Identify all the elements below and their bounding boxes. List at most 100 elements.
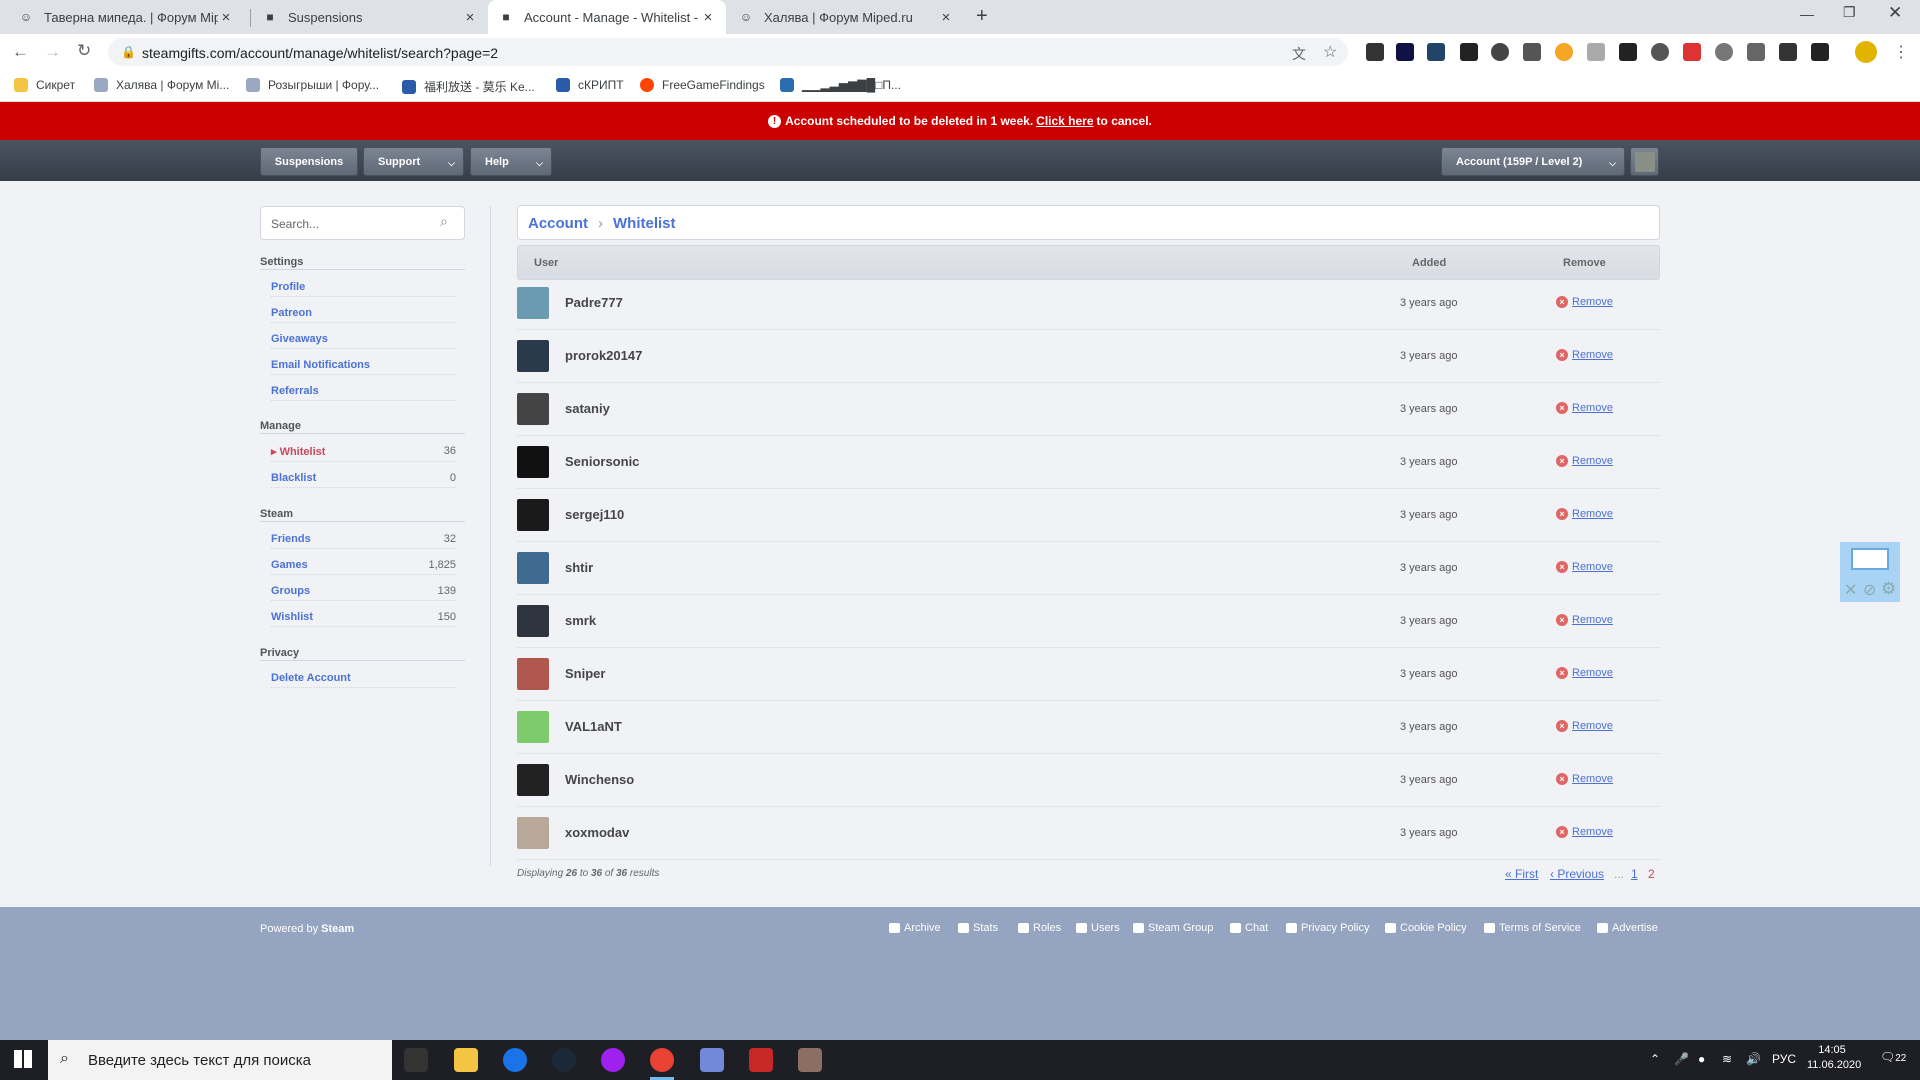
footer-roles[interactable]: Roles — [1018, 922, 1061, 934]
footer-chat[interactable]: Chat — [1230, 922, 1268, 934]
remove-icon[interactable]: × — [1556, 455, 1568, 467]
avatar[interactable] — [517, 287, 549, 319]
remove-link[interactable]: Remove — [1572, 826, 1613, 838]
tab-whitelist[interactable]: ■ Account - Manage - Whitelist - P × — [488, 0, 726, 34]
remove-link[interactable]: Remove — [1572, 561, 1613, 573]
avatar[interactable] — [517, 499, 549, 531]
username-link[interactable]: shtir — [565, 560, 593, 575]
footer-privacy-policy[interactable]: Privacy Policy — [1286, 922, 1369, 934]
translate-icon[interactable]: 文 — [1292, 44, 1306, 64]
app-icon[interactable] — [601, 1048, 625, 1072]
footer-archive[interactable]: Archive — [889, 922, 941, 934]
remove-icon[interactable]: × — [1556, 773, 1568, 785]
forward-icon[interactable]: → — [44, 42, 61, 62]
avatar[interactable] — [517, 817, 549, 849]
steam-tray-icon[interactable]: ● — [1698, 1052, 1705, 1066]
sidebar-item-patreon[interactable]: Patreon — [271, 307, 456, 323]
username-link[interactable]: prorok20147 — [565, 348, 642, 363]
avatar[interactable] — [517, 658, 549, 690]
sidebar-item-whitelist[interactable]: ▸ Whitelist 36 — [271, 445, 456, 462]
extension-icon[interactable] — [1491, 43, 1509, 61]
remove-link[interactable]: Remove — [1572, 508, 1613, 520]
username-link[interactable]: sataniy — [565, 401, 610, 416]
remove-icon[interactable]: × — [1556, 826, 1568, 838]
tab-suspensions[interactable]: ■ Suspensions × — [252, 0, 488, 34]
username-link[interactable]: Sniper — [565, 666, 605, 681]
avatar[interactable] — [517, 605, 549, 637]
block-icon[interactable]: ⊘ — [1863, 580, 1876, 600]
file-explorer-icon[interactable] — [454, 1048, 478, 1072]
extension-icon[interactable] — [1460, 43, 1478, 61]
lock-icon[interactable]: 🔒 — [121, 45, 136, 59]
remove-icon[interactable]: × — [1556, 296, 1568, 308]
app-icon[interactable] — [798, 1048, 822, 1072]
remove-link[interactable]: Remove — [1572, 296, 1613, 308]
avatar[interactable] — [517, 446, 549, 478]
maximize-button[interactable]: ❐ — [1843, 4, 1856, 21]
remove-icon[interactable]: × — [1556, 561, 1568, 573]
extension-icon[interactable] — [1366, 43, 1384, 61]
username-link[interactable]: VAL1aNT — [565, 719, 622, 734]
support-button[interactable]: Support ⌵ — [363, 147, 464, 176]
language-indicator[interactable]: РУС — [1772, 1052, 1796, 1066]
extension-icon[interactable] — [1427, 43, 1445, 61]
close-icon[interactable]: × — [700, 9, 716, 26]
remove-link[interactable]: Remove — [1572, 614, 1613, 626]
floating-widget[interactable]: ✕ ⊘ ⚙ — [1840, 542, 1900, 602]
extension-icon[interactable] — [1811, 43, 1829, 61]
extension-icon[interactable] — [1619, 43, 1637, 61]
profile-avatar-icon[interactable] — [1855, 41, 1877, 63]
previous-page-link[interactable]: ‹ Previous — [1550, 867, 1604, 881]
remove-link[interactable]: Remove — [1572, 667, 1613, 679]
reload-icon[interactable]: ↻ — [77, 41, 91, 61]
sidebar-item-wishlist[interactable]: Wishlist 150 — [271, 611, 456, 627]
extension-icon[interactable] — [1747, 43, 1765, 61]
footer-advertise[interactable]: Advertise — [1597, 922, 1658, 934]
tab-miped-tavern[interactable]: ☺ Таверна мипеда. | Форум Miped.ru × — [8, 0, 244, 34]
extension-icon[interactable] — [1779, 43, 1797, 61]
extension-icon[interactable] — [1555, 43, 1573, 61]
voicemeeter-icon[interactable] — [749, 1048, 773, 1072]
microphone-icon[interactable]: 🎤 — [1674, 1052, 1689, 1066]
username-link[interactable]: smrk — [565, 613, 596, 628]
task-view-icon[interactable] — [404, 1048, 428, 1072]
window-close-button[interactable]: ✕ — [1888, 3, 1902, 23]
remove-link[interactable]: Remove — [1572, 349, 1613, 361]
steam-icon[interactable] — [552, 1048, 576, 1072]
remove-icon[interactable]: × — [1556, 667, 1568, 679]
bookmark-miped-free[interactable]: Халява | Форум Mi... — [94, 78, 229, 92]
avatar[interactable] — [517, 711, 549, 743]
minimize-button[interactable]: — — [1800, 6, 1814, 22]
remove-icon[interactable]: × — [1556, 349, 1568, 361]
search-icon[interactable]: ⌕ — [440, 213, 448, 230]
avatar[interactable] — [517, 340, 549, 372]
back-icon[interactable]: ← — [12, 42, 29, 62]
extension-icon[interactable] — [1683, 43, 1701, 61]
windows-start-icon[interactable] — [14, 1050, 32, 1068]
username-link[interactable]: xoxmodav — [565, 825, 629, 840]
volume-icon[interactable]: 🔊 — [1746, 1052, 1761, 1066]
close-icon[interactable]: × — [218, 9, 234, 26]
notifications-icon[interactable]: 🗨22 — [1880, 1050, 1906, 1064]
sidebar-item-profile[interactable]: Profile — [271, 281, 456, 297]
cancel-deletion-link[interactable]: Click here — [1036, 114, 1093, 128]
discord-icon[interactable] — [700, 1048, 724, 1072]
username-link[interactable]: Padre777 — [565, 295, 623, 310]
bookmark-sikret[interactable]: Сикрет — [14, 78, 75, 92]
sidebar-item-referrals[interactable]: Referrals — [271, 385, 456, 401]
footer-terms[interactable]: Terms of Service — [1484, 922, 1581, 934]
account-button[interactable]: Account (159P / Level 2) ⌵ — [1441, 147, 1625, 176]
remove-link[interactable]: Remove — [1572, 402, 1613, 414]
bookmark-script[interactable]: сКРИПТ — [556, 78, 624, 92]
bookmark-miped-giveaways[interactable]: Розыгрыши | Фору... — [246, 78, 379, 92]
extension-icon[interactable] — [1715, 43, 1733, 61]
chevron-up-icon[interactable]: ⌃ — [1650, 1052, 1660, 1066]
bookmark-other[interactable]: ▁▁▂▃▅▆▇█□П... — [780, 78, 901, 92]
username-link[interactable]: Seniorsonic — [565, 454, 639, 469]
extension-icon[interactable] — [1396, 43, 1414, 61]
star-icon[interactable]: ☆ — [1323, 42, 1337, 62]
extension-icon[interactable] — [1587, 43, 1605, 61]
breadcrumb-whitelist[interactable]: Whitelist — [613, 215, 676, 232]
sidebar-item-friends[interactable]: Friends 32 — [271, 533, 456, 549]
remove-link[interactable]: Remove — [1572, 455, 1613, 467]
